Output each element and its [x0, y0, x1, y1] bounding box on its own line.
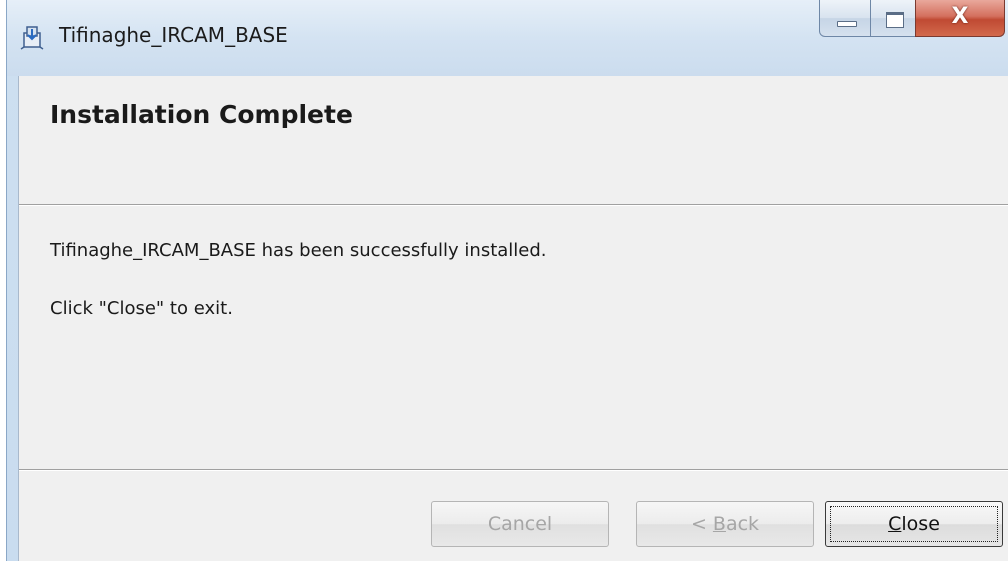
close-button[interactable]: Close	[825, 501, 1003, 547]
footer-divider	[19, 469, 1008, 471]
window-title: Tifinaghe_IRCAM_BASE	[59, 23, 288, 47]
installer-icon	[20, 26, 44, 50]
back-button-label-rest: ack	[725, 513, 760, 535]
title-bar[interactable]: Tifinaghe_IRCAM_BASE X	[7, 0, 1008, 76]
close-button-mnemonic: C	[888, 513, 902, 535]
close-icon: X	[951, 4, 969, 29]
maximize-icon	[886, 12, 904, 28]
back-button-mnemonic: B	[712, 513, 726, 535]
dialog-header: Installation Complete	[19, 76, 1008, 204]
installer-window: Tifinaghe_IRCAM_BASE X Installation Comp…	[6, 0, 1008, 561]
back-button-prefix: <	[690, 513, 713, 535]
cancel-button[interactable]: Cancel	[431, 501, 609, 547]
close-window-button[interactable]: X	[915, 0, 1005, 37]
exit-instruction: Click "Close" to exit.	[50, 298, 233, 319]
minimize-icon	[837, 21, 857, 27]
maximize-button[interactable]	[870, 0, 916, 37]
success-message: Tifinaghe_IRCAM_BASE has been successful…	[50, 240, 547, 261]
header-divider	[19, 204, 1008, 206]
page-title: Installation Complete	[50, 100, 353, 129]
minimize-button[interactable]	[819, 0, 871, 37]
cancel-button-label: Cancel	[487, 513, 553, 535]
close-button-label-rest: lose	[901, 513, 940, 535]
dialog-client-area: Installation Complete Tifinaghe_IRCAM_BA…	[18, 76, 1008, 561]
back-button[interactable]: < Back	[636, 501, 814, 547]
window-controls: X	[819, 0, 1005, 38]
